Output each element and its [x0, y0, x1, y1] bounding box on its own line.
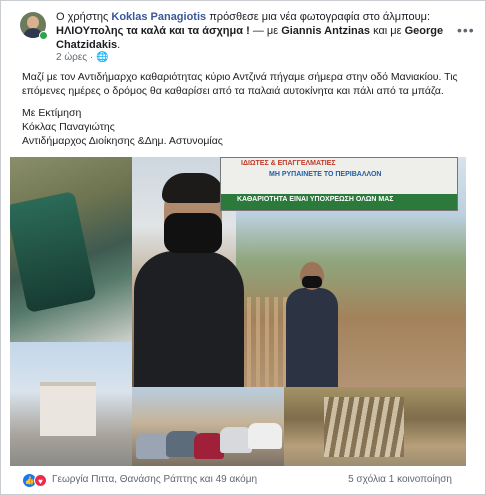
photo-street-view	[10, 342, 132, 466]
comments-count[interactable]: 5 σχόλια	[348, 474, 386, 485]
signature-line-3: Αντιδήμαρχος Διοίκησης &Δημ. Αστυνομίας	[22, 135, 223, 147]
post-footer: 👍 ♥ Γεωργία Πιττα, Θανάσης Ράπτης και 49…	[10, 470, 466, 490]
reactions[interactable]: 👍 ♥	[23, 474, 49, 487]
photo-fence	[238, 297, 288, 387]
banner-line-4: ΚΑΘΑΡΙΟΤΗΤΑ ΕΙΝΑΙ ΥΠΟΧΡΕΩΣΗ ΟΛΩΝ ΜΑΣ	[237, 196, 394, 203]
photo-parked-cars	[132, 387, 284, 466]
author-link[interactable]: Koklas Panagiotis	[111, 11, 206, 23]
meta-separator: ·	[89, 52, 94, 63]
tagged-user-1[interactable]: Giannis Antzinas	[281, 25, 370, 37]
photo-person-background	[282, 262, 342, 388]
globe-icon: 🌐	[96, 52, 109, 63]
post-meta: 2 ώρες · 🌐	[56, 52, 108, 63]
post-stats: 5 σχόλια 1 κοινοποίηση	[348, 474, 452, 485]
with-prefix: — με	[252, 25, 279, 37]
signature-line-2: Κόκλας Παναγιώτης	[22, 121, 115, 133]
tag-conjunction: και με	[373, 25, 402, 37]
header-action: πρόσθεσε μια νέα φωτογραφία στο άλμπουμ:	[209, 11, 431, 23]
online-status-icon	[39, 31, 48, 40]
header-period: .	[117, 39, 121, 51]
post-body: Μαζί με τον Αντιδήμαρχο καθαριότητας κύρ…	[22, 70, 462, 148]
post-photo[interactable]: ΙΔΙΩΤΕΣ & ΕΠΑΓΓΕΛΜΑΤΙΕΣ ΜΗ ΡΥΠΑΙΝΕΤΕ ΤΟ …	[10, 157, 466, 466]
album-link[interactable]: ΗΛΙΟΥπολης τα καλά και τα άσχημα !	[56, 25, 250, 37]
photo-debris	[284, 387, 466, 466]
post-time[interactable]: 2 ώρες	[56, 52, 87, 63]
signature-line-1: Με Εκτίμηση	[22, 107, 82, 119]
photo-abandoned-car	[10, 157, 132, 342]
banner-line-1: ΙΔΙΩΤΕΣ & ΕΠΑΓΓΕΛΜΑΤΙΕΣ	[241, 160, 336, 167]
more-options-icon[interactable]: •••	[457, 22, 475, 38]
reactors-text[interactable]: Γεωργία Πιττα, Θανάσης Ράπτης και 49 ακό…	[52, 474, 257, 485]
shares-count[interactable]: 1 κοινοποίηση	[389, 474, 452, 485]
header-intro: Ο χρήστης	[56, 11, 109, 23]
post-header-text: Ο χρήστης Koklas Panagiotis πρόσθεσε μια…	[56, 10, 446, 52]
love-icon: ♥	[34, 474, 47, 487]
photo-banner-sign: ΙΔΙΩΤΕΣ & ΕΠΑΓΓΕΛΜΑΤΙΕΣ ΜΗ ΡΥΠΑΙΝΕΤΕ ΤΟ …	[220, 157, 458, 211]
banner-line-2: ΜΗ ΡΥΠΑΙΝΕΤΕ ΤΟ ΠΕΡΙΒΑΛΛΟΝ	[269, 171, 382, 178]
post-text: Μαζί με τον Αντιδήμαρχο καθαριότητας κύρ…	[22, 71, 458, 97]
